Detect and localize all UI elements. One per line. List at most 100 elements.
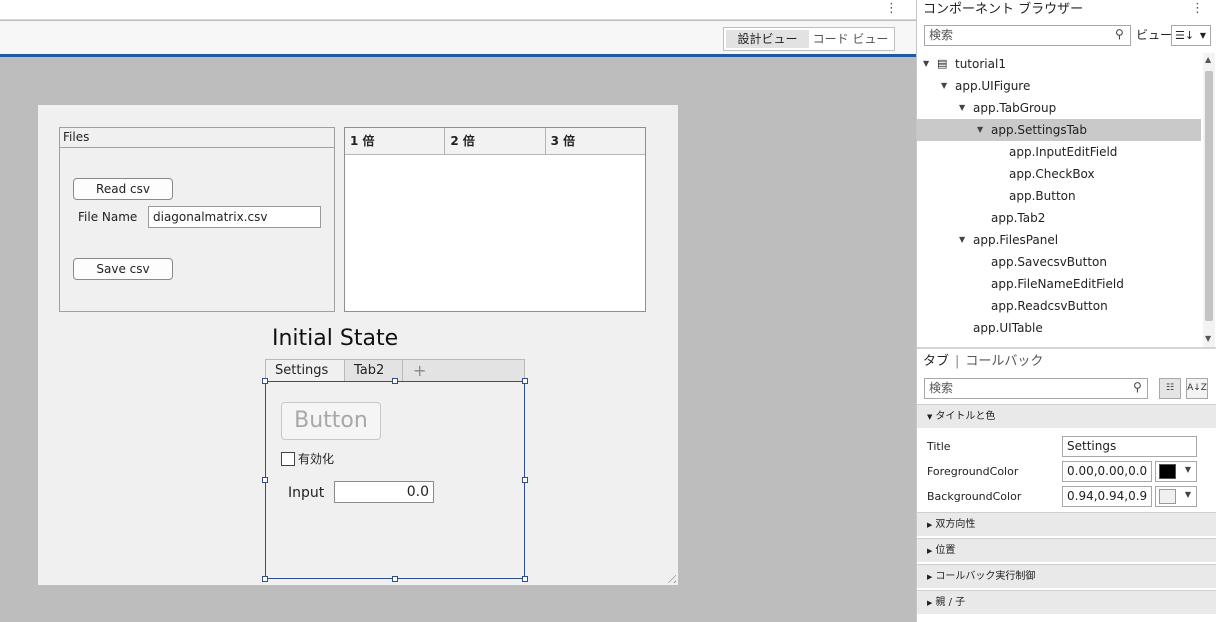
tree-node-label: app.UIFigure <box>955 79 1031 93</box>
tree-node[interactable]: ▼ ▤ tutorial1 <box>917 53 1201 75</box>
tree-node-label: app.CheckBox <box>1009 167 1095 181</box>
checkbox[interactable]: 有効化 <box>281 452 334 466</box>
scroll-down-icon[interactable]: ▼ <box>1205 334 1211 343</box>
section-position[interactable]: ▶ 位置 <box>917 538 1216 562</box>
resize-grip-icon[interactable] <box>664 571 676 583</box>
tree-node[interactable]: ▼ app.SettingsTab <box>917 119 1201 141</box>
design-canvas-area[interactable]: ⋮ 設計ビュー コード ビュー Files Read csv File Name… <box>0 0 916 622</box>
section-parent-child[interactable]: ▶ 親 / 子 <box>917 590 1216 614</box>
tree-node[interactable]: app.InputEditField <box>917 141 1201 163</box>
checkbox-label: 有効化 <box>298 452 335 466</box>
tree-node[interactable]: app.CheckBox <box>917 163 1201 185</box>
save-csv-button[interactable]: Save csv <box>73 258 173 280</box>
files-panel[interactable]: Files Read csv File Name diagonalmatrix.… <box>59 127 335 312</box>
expand-toggle-icon[interactable]: ▼ <box>941 75 947 97</box>
tree-node-label: app.SettingsTab <box>991 123 1087 137</box>
selection-handle[interactable] <box>392 378 398 384</box>
tree-node[interactable]: app.UITable <box>917 317 1201 339</box>
read-csv-button[interactable]: Read csv <box>73 178 173 200</box>
table-column-header[interactable]: 2 倍 <box>445 128 546 154</box>
section-label: 親 / 子 <box>935 597 966 608</box>
scroll-up-icon[interactable]: ▲ <box>1205 55 1211 64</box>
component-tree[interactable]: ▼ ▤ tutorial1 ▼ app.UIFigure ▼ app.TabGroup ▼ ap… <box>917 53 1201 347</box>
panel-divider[interactable] <box>917 347 1216 349</box>
section-label: 双方向性 <box>935 519 976 530</box>
tree-node[interactable]: app.SavecsvButton <box>917 251 1201 273</box>
selection-handle[interactable] <box>522 576 528 582</box>
chevron-down-icon: ▼ <box>927 413 933 421</box>
tab-group[interactable]: Settings Tab2 + Button 有効化 Input 0.0 <box>262 359 528 582</box>
checkbox-box[interactable] <box>281 452 295 466</box>
component-search-input[interactable]: 検索 <box>924 25 1131 46</box>
files-panel-title: Files <box>60 128 334 148</box>
tree-node[interactable]: app.Tab2 <box>917 207 1201 229</box>
search-icon: ⚲ <box>1133 380 1142 394</box>
selection-handle[interactable] <box>262 378 268 384</box>
selection-handle[interactable] <box>522 477 528 483</box>
expand-toggle-icon[interactable]: ▼ <box>977 119 983 141</box>
view-dropdown[interactable]: ☰↓ ▼ <box>1171 25 1211 46</box>
property-search-input[interactable]: 検索 <box>924 378 1148 399</box>
design-view-button[interactable]: 設計ビュー <box>726 30 809 48</box>
tree-node[interactable]: app.Button <box>917 185 1201 207</box>
table-column-header[interactable]: 3 倍 <box>546 128 645 154</box>
table-column-header[interactable]: 1 倍 <box>345 128 446 154</box>
section-callback-exec[interactable]: ▶ コールバック実行制御 <box>917 564 1216 588</box>
view-toggle: 設計ビュー コード ビュー <box>723 27 895 51</box>
foreground-color-picker[interactable]: ▼ <box>1155 461 1197 482</box>
file-name-field[interactable]: diagonalmatrix.csv <box>148 206 321 228</box>
expand-toggle-icon[interactable]: ▼ <box>959 229 965 251</box>
section-interactivity[interactable]: ▶ 双方向性 <box>917 512 1216 536</box>
color-swatch <box>1159 489 1176 504</box>
tree-node-label: app.FilesPanel <box>973 233 1059 247</box>
chevron-right-icon: ▶ <box>927 573 933 581</box>
background-color-label: BackgroundColor <box>927 490 1022 503</box>
tree-node[interactable]: ▼ app.UIFigure <box>917 75 1201 97</box>
selection-handle[interactable] <box>392 576 398 582</box>
foreground-color-input[interactable]: 0.00,0.00,0.0 <box>1062 461 1152 482</box>
initial-state-label[interactable]: Initial State <box>272 326 492 352</box>
expand-toggle-icon[interactable]: ▼ <box>959 97 965 119</box>
tree-node[interactable]: app.ReadcsvButton <box>917 295 1201 317</box>
tree-node[interactable]: app.FileNameEditField <box>917 273 1201 295</box>
chevron-right-icon: ▶ <box>927 521 933 529</box>
ui-figure[interactable]: Files Read csv File Name diagonalmatrix.… <box>38 105 678 585</box>
tab-separator: | <box>955 354 960 369</box>
tree-node-label: app.ReadcsvButton <box>991 299 1108 313</box>
tree-node[interactable]: ▼ app.TabGroup <box>917 97 1201 119</box>
section-label: タイトルと色 <box>935 411 996 422</box>
kebab-menu-icon[interactable]: ⋮ <box>1191 1 1204 16</box>
background-color-input[interactable]: 0.94,0.94,0.9 <box>1062 486 1152 507</box>
title-prop-input[interactable]: Settings <box>1062 436 1197 457</box>
color-swatch <box>1159 464 1176 479</box>
group-view-icon[interactable]: ☷ <box>1159 378 1181 399</box>
tree-node[interactable]: ▼ app.FilesPanel <box>917 229 1201 251</box>
tree-node-label: app.Button <box>1009 189 1076 203</box>
tree-node-label: app.UITable <box>973 321 1043 335</box>
expand-toggle-icon[interactable]: ▼ <box>923 53 929 75</box>
selection-handle[interactable] <box>262 477 268 483</box>
selection-handle[interactable] <box>522 378 528 384</box>
tab-callbacks[interactable]: コールバック <box>965 354 1043 369</box>
tab-properties[interactable]: タブ <box>923 354 949 369</box>
component-browser: コンポーネント ブラウザー ⋮ 検索 ⚲ ビュー: ☰↓ ▼ ▼ ▤ tutoria… <box>916 0 1216 622</box>
tree-scrollbar[interactable]: ▲ ▼ <box>1203 53 1215 347</box>
tree-node-label: app.SavecsvButton <box>991 255 1108 269</box>
chevron-right-icon: ▶ <box>927 599 933 607</box>
input-edit-field[interactable]: 0.0 <box>334 481 434 503</box>
background-color-picker[interactable]: ▼ <box>1155 486 1197 507</box>
tab-settings[interactable]: Settings <box>266 360 345 382</box>
selection-handle[interactable] <box>262 576 268 582</box>
title-prop-label: Title <box>927 440 951 453</box>
section-title-color[interactable]: ▼ タイトルと色 <box>917 404 1216 428</box>
add-tab-icon[interactable]: + <box>403 360 433 382</box>
settings-tab-content[interactable]: Button 有効化 Input 0.0 <box>265 381 525 579</box>
button-disabled[interactable]: Button <box>281 402 381 440</box>
code-view-button[interactable]: コード ビュー <box>809 30 892 48</box>
scroll-thumb[interactable] <box>1205 71 1213 321</box>
tree-node-label: app.InputEditField <box>1009 145 1118 159</box>
sort-az-icon[interactable]: A↓Z <box>1186 378 1208 399</box>
inspector-tabs: タブ | コールバック <box>923 354 1043 370</box>
ui-table[interactable]: 1 倍 2 倍 3 倍 <box>344 127 646 312</box>
kebab-menu-icon[interactable]: ⋮ <box>885 2 898 16</box>
